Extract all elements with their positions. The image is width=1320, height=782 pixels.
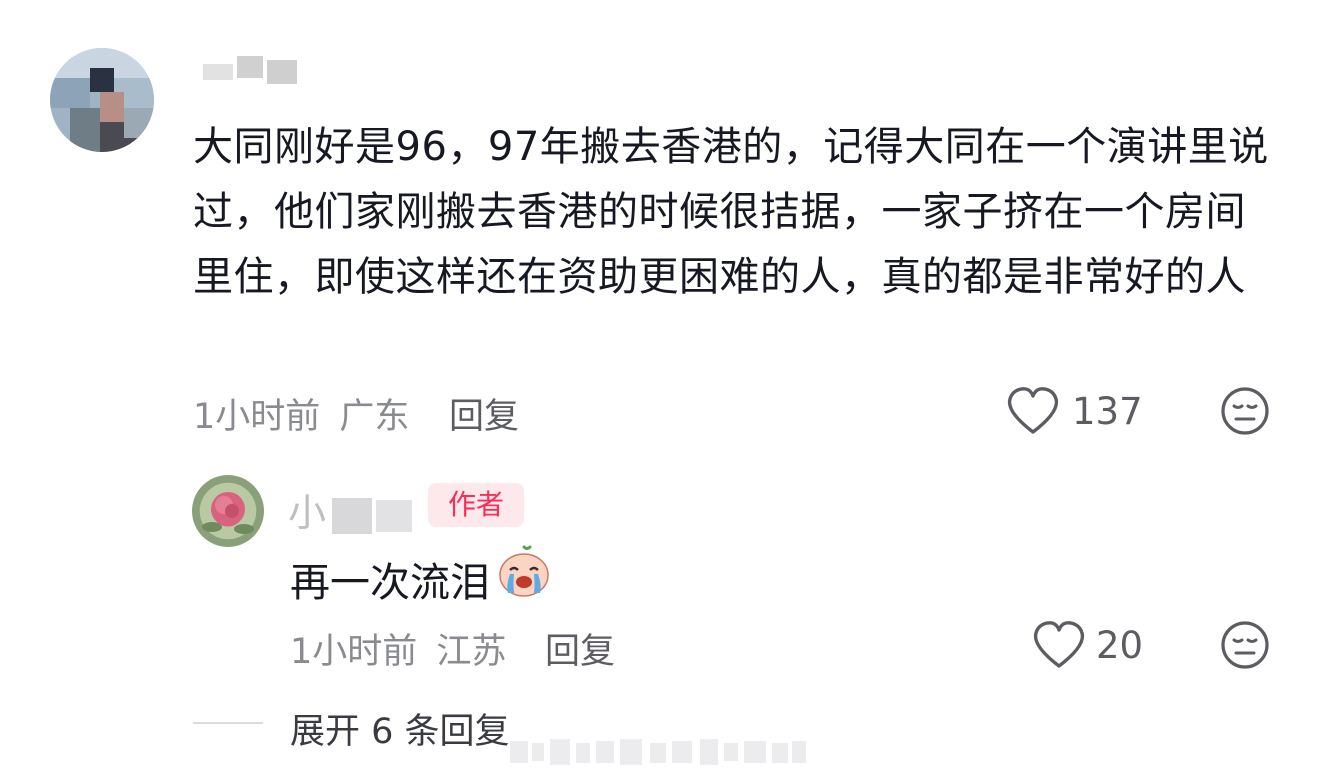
crying-emoji-icon <box>496 543 552 599</box>
reply-meta: 1小时前 江苏 <box>290 623 506 674</box>
comment-meta: 1小时前 广东 <box>193 388 409 439</box>
comment-location: 广东 <box>339 397 410 437</box>
meh-face-icon[interactable] <box>1220 386 1270 436</box>
heart-icon[interactable] <box>1032 620 1086 670</box>
reply-location: 江苏 <box>436 632 507 672</box>
meh-face-icon[interactable] <box>1220 620 1270 670</box>
commenter-avatar[interactable] <box>50 48 154 152</box>
reply-username-obscured[interactable]: 小 <box>288 482 413 537</box>
watermark <box>510 733 810 771</box>
comment-text: 大同刚好是96，97年搬去香港的，记得大同在一个演讲里说过，他们家刚搬去香港的时… <box>193 124 1269 300</box>
reply-username-visible: 小 <box>288 491 327 535</box>
commenter-username-obscured[interactable] <box>203 52 303 86</box>
comment-reply-button[interactable]: 回复 <box>449 388 519 439</box>
comment-time: 1小时前 <box>193 397 321 437</box>
reply-reply-button[interactable]: 回复 <box>545 623 615 674</box>
heart-icon[interactable] <box>1006 386 1060 436</box>
reply-text: 再一次流泪 <box>290 560 490 606</box>
comment-like-count: 137 <box>1072 390 1143 433</box>
author-badge: 作者 <box>428 483 524 527</box>
reply-like-count: 20 <box>1096 624 1144 667</box>
expand-replies-button[interactable]: 展开 6 条回复 <box>290 703 510 754</box>
expand-divider <box>193 722 263 724</box>
reply-avatar[interactable] <box>192 475 264 547</box>
reply-time: 1小时前 <box>290 632 418 672</box>
